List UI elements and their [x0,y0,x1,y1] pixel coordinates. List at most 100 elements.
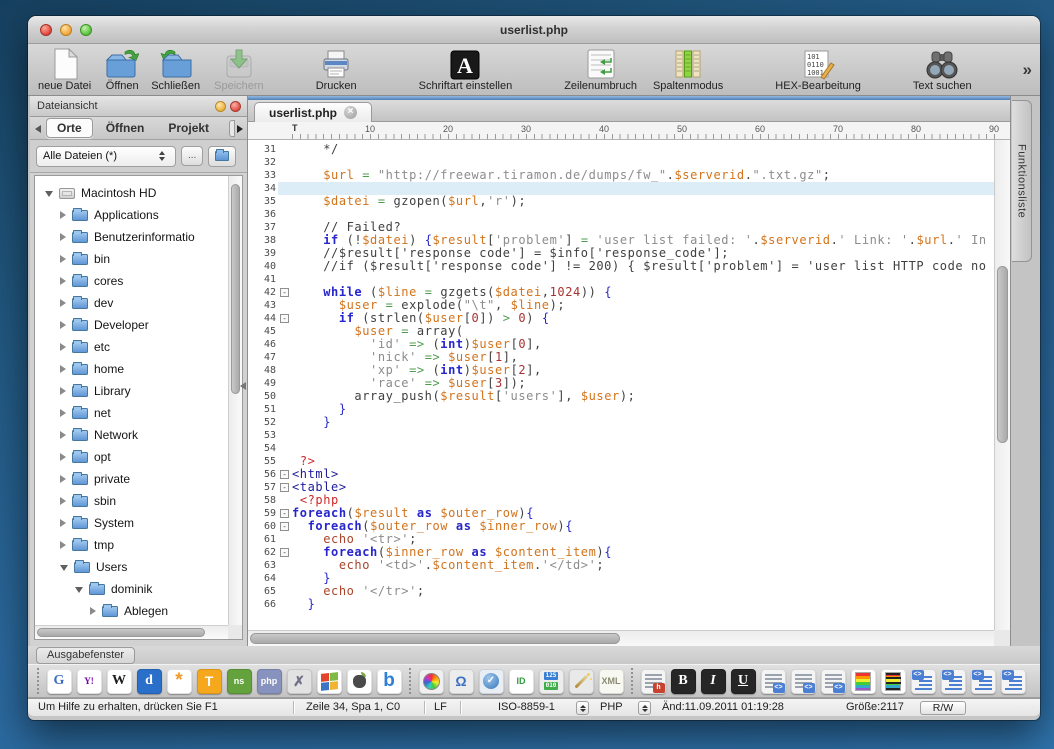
sidebar-close-button[interactable] [230,101,241,112]
magic-wand-icon[interactable] [569,669,594,694]
yahoo-icon[interactable]: Y! [77,669,102,694]
disclosure-closed-icon[interactable] [60,453,66,461]
id-icon[interactable]: ID [509,669,534,694]
editor-hscroll-thumb[interactable] [250,633,620,644]
open-button[interactable]: Öffnen [105,47,139,92]
tree-item-private[interactable]: private [35,468,228,490]
sidebar-tab-orte[interactable]: Orte [46,118,93,138]
find-button[interactable]: Text suchen [913,47,972,92]
windows-icon[interactable] [317,669,342,694]
disclosure-closed-icon[interactable] [60,299,66,307]
disclosure-closed-icon[interactable] [60,211,66,219]
new-file-button[interactable]: neue Datei [38,47,91,92]
disclosure-closed-icon[interactable] [60,277,66,285]
tab-scroll-left-icon[interactable] [35,125,41,133]
save-button[interactable]: Speichern [214,47,264,92]
choose-folder-button[interactable] [208,146,236,167]
tree-item-home[interactable]: home [35,358,228,380]
disclosure-closed-icon[interactable] [60,431,66,439]
xml-icon[interactable]: XML [599,669,624,694]
editor-horizontal-scrollbar[interactable] [248,630,994,646]
disclosure-closed-icon[interactable] [60,541,66,549]
editor-vscroll-thumb[interactable] [997,266,1008,443]
output-window-button[interactable]: Ausgabefenster [36,647,135,664]
tools-icon[interactable]: ✗ [287,669,312,694]
tree-horizontal-scrollbar[interactable] [35,625,228,639]
disclosure-closed-icon[interactable] [60,321,66,329]
more-options-button[interactable]: ... [181,146,203,166]
disclosure-closed-icon[interactable] [60,519,66,527]
fold-marker-icon[interactable]: - [280,314,289,323]
bold-icon[interactable]: B [671,669,696,694]
tree-item-library[interactable]: Library [35,380,228,402]
disclosure-open-icon[interactable] [45,191,53,197]
editor-vertical-scrollbar[interactable] [994,140,1010,630]
disclosure-closed-icon[interactable] [90,607,96,615]
language-stepper[interactable] [638,701,651,715]
fold-marker-icon[interactable]: - [280,483,289,492]
disclosure-closed-icon[interactable] [60,409,66,417]
tree-item-ablegen[interactable]: Ablegen [35,600,228,622]
functions-list-tab[interactable]: Funktionsliste [1012,100,1032,262]
wikipedia-icon[interactable]: W [107,669,132,694]
tree-item-etc[interactable]: etc [35,336,228,358]
tree-item-cores[interactable]: cores [35,270,228,292]
close-window-button[interactable] [40,24,52,36]
disclosure-closed-icon[interactable] [60,255,66,263]
tree-vertical-scrollbar[interactable] [228,176,242,625]
tree-item-dominik[interactable]: dominik [35,578,228,600]
number-converter-icon[interactable]: 125010 [539,669,564,694]
sidebar-tab-ffnen[interactable]: Öffnen [95,118,156,138]
special-characters-icon[interactable]: Ω [449,669,474,694]
tree-vscroll-thumb[interactable] [231,184,240,394]
tree-item-applications[interactable]: Applications [35,204,228,226]
netspeak-icon[interactable]: ns [227,669,252,694]
bing-icon[interactable]: b [377,669,402,694]
disclosure-open-icon[interactable] [60,565,68,571]
close-button[interactable]: Schließen [151,47,200,92]
fold-marker-icon[interactable]: - [280,509,289,518]
sidebar-header[interactable]: Dateiansicht [30,96,247,117]
code-format-icon-2[interactable]: <> [941,669,966,694]
tree-item-sbin[interactable]: sbin [35,490,228,512]
disclosure-closed-icon[interactable] [60,387,66,395]
globe-validate-icon[interactable]: ✓ [479,669,504,694]
underline-icon[interactable]: U [731,669,756,694]
disclosure-closed-icon[interactable] [60,343,66,351]
font-button[interactable]: ASchriftart einstellen [419,47,513,92]
disclosure-open-icon[interactable] [75,587,83,593]
file-tree-list[interactable]: Macintosh HDApplicationsBenutzerinformat… [35,176,228,625]
disclosure-closed-icon[interactable] [60,497,66,505]
thesaurus-icon[interactable]: T [197,669,222,694]
sidebar-minimize-button[interactable] [215,101,226,112]
code-area[interactable]: 31 */3233 $url = "http://freewar.tiramon… [248,140,994,630]
tree-item-users[interactable]: Users [35,556,228,578]
php-badge-icon[interactable]: php [257,669,282,694]
tree-item-tmp[interactable]: tmp [35,534,228,556]
disclosure-closed-icon[interactable] [60,365,66,373]
file-filter-select[interactable]: Alle Dateien (*) [36,146,176,167]
syntax-html-list-icon[interactable]: h [641,669,666,694]
encoding-stepper[interactable] [576,701,589,715]
rainbow-doc-icon[interactable] [851,669,876,694]
tag-list-bullet-icon[interactable]: <> [791,669,816,694]
disclosure-closed-icon[interactable] [60,475,66,483]
color-wheel-icon[interactable] [419,669,444,694]
dictionary-icon[interactable]: d [137,669,162,694]
code-format-icon-1[interactable]: <> [911,669,936,694]
tree-item-system[interactable]: System [35,512,228,534]
partial-tab[interactable] [229,120,235,137]
zoom-window-button[interactable] [80,24,92,36]
italic-icon[interactable]: I [701,669,726,694]
google-icon[interactable]: G [47,669,72,694]
sparkle-icon[interactable]: * [167,669,192,694]
disclosure-closed-icon[interactable] [60,233,66,241]
fold-marker-icon[interactable]: - [280,522,289,531]
toolbar-overflow-chevron-icon[interactable]: » [1023,60,1032,80]
fold-marker-icon[interactable]: - [280,288,289,297]
read-write-mode-button[interactable]: R/W [920,701,966,715]
minimize-window-button[interactable] [60,24,72,36]
ruler[interactable]: T 102030405060708090 [248,122,1010,140]
title-bar[interactable]: userlist.php [28,16,1040,44]
tree-item-opt[interactable]: opt [35,446,228,468]
